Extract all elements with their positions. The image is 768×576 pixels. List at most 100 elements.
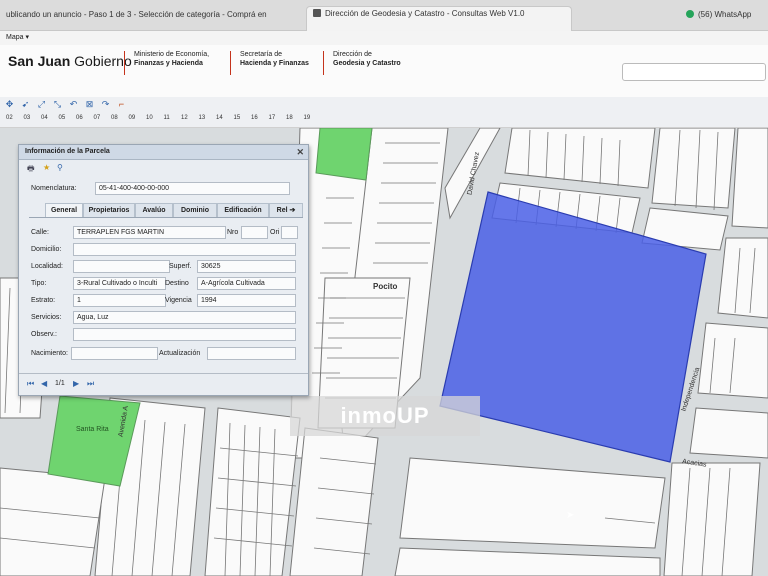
calle-label: Calle: bbox=[31, 229, 49, 236]
estrato-field[interactable]: 1 bbox=[73, 294, 166, 307]
observaciones-label: Observ.: bbox=[31, 331, 57, 338]
ori-field[interactable] bbox=[281, 226, 298, 239]
plaza-label-santa-rita: Santa Rita bbox=[76, 426, 109, 433]
localidad-label: Localidad: bbox=[31, 263, 63, 270]
site-header: San Juan Gobierno Ministerio de Economía… bbox=[0, 45, 768, 98]
print-icon[interactable]: 🖶 bbox=[27, 163, 35, 177]
vigencia-field[interactable]: 1994 bbox=[197, 294, 296, 307]
tab-general[interactable]: General bbox=[45, 203, 83, 217]
tab-title: ublicando un anuncio - Paso 1 de 3 - Sel… bbox=[6, 10, 268, 19]
prev-page-icon[interactable]: ◀ bbox=[41, 379, 47, 388]
actualizacion-field[interactable] bbox=[207, 347, 296, 360]
zoom-in-icon[interactable]: ⤢ bbox=[36, 99, 47, 110]
servicios-field[interactable]: Agua, Luz bbox=[73, 311, 296, 324]
nacimiento-field[interactable] bbox=[71, 347, 158, 360]
catastro-favicon-icon bbox=[313, 9, 321, 17]
ruler-tick-label: 08 bbox=[111, 115, 118, 121]
actualizacion-label: Actualización bbox=[159, 350, 201, 357]
tab-edificacion[interactable]: Edificación bbox=[217, 203, 269, 217]
ruler-tick-label: 10 bbox=[146, 115, 153, 121]
nacimiento-label: Nacimiento: bbox=[31, 350, 68, 357]
tab-dominio[interactable]: Dominio bbox=[173, 203, 217, 217]
undo-icon[interactable]: ↶ bbox=[68, 99, 79, 110]
last-page-icon[interactable]: ⏭ bbox=[87, 379, 94, 389]
pan-icon[interactable]: ✥ bbox=[4, 99, 15, 110]
estrato-label: Estrato: bbox=[31, 297, 56, 304]
tab-avaluo[interactable]: Avalúo bbox=[135, 203, 173, 217]
header-direccion: Dirección de Geodesia y Catastro bbox=[333, 51, 401, 67]
header-divider bbox=[323, 51, 324, 75]
map-toolbar: ✥ ➹ ⤢ ⤡ ↶ ⊠ ↷ ⌐ 02 03 04 05 06 07 08 09 10 11 12 13… bbox=[0, 97, 768, 128]
calle-field[interactable]: TERRAPLEN FGS MARTIN bbox=[73, 226, 226, 239]
header-ministerio: Ministerio de Economía, Finanzas y Hacie… bbox=[134, 51, 210, 67]
nomenclatura-field[interactable]: 05-41-400-400-00-000 bbox=[95, 182, 290, 195]
panel-toolbar: 🖶 ★ ⚲ bbox=[19, 160, 308, 174]
superficie-field[interactable]: 30625 bbox=[197, 260, 296, 273]
ruler-tick-label: 04 bbox=[41, 115, 48, 121]
brand-logo: San Juan Gobierno bbox=[8, 53, 132, 69]
tab-title: Dirección de Geodesia y Catastro - Consu… bbox=[325, 9, 525, 18]
ruler-tick-label: 17 bbox=[268, 115, 276, 121]
tab-propietarios[interactable]: Propietarios bbox=[83, 203, 135, 217]
page-indicator: 1/1 bbox=[55, 380, 65, 387]
observaciones-field[interactable] bbox=[73, 328, 296, 341]
header-divider bbox=[230, 51, 231, 75]
measure-icon[interactable]: ⌐ bbox=[116, 99, 127, 110]
browser-tab-anuncio[interactable]: ublicando un anuncio - Paso 1 de 3 - Sel… bbox=[0, 8, 268, 30]
tab-title: (56) WhatsApp bbox=[698, 10, 752, 19]
ruler-tick-label: 16 bbox=[251, 115, 258, 121]
map-ruler: 02 03 04 05 06 07 08 09 10 11 12 13 14 15 16 17 18 19 bbox=[0, 113, 768, 125]
panel-title: Información de la Parcela bbox=[25, 148, 110, 155]
tipo-label: Tipo: bbox=[31, 280, 47, 287]
zoom-out-icon[interactable]: ⤡ bbox=[52, 99, 63, 110]
ruler-tick-label: 05 bbox=[58, 115, 66, 121]
destino-label: Destino bbox=[165, 280, 189, 287]
ruler-tick-label: 02 bbox=[6, 115, 13, 121]
panel-pager: ⏮ ◀ 1/1 ▶ ⏭ bbox=[19, 373, 308, 394]
ruler-tick-label: 11 bbox=[163, 115, 170, 121]
next-page-icon[interactable]: ▶ bbox=[73, 379, 79, 388]
whatsapp-icon bbox=[686, 10, 694, 18]
nomenclatura-label: Nomenclatura: bbox=[31, 185, 77, 192]
menu-mapa[interactable]: Mapa ▾ bbox=[6, 34, 29, 41]
domicilio-field[interactable] bbox=[73, 243, 296, 256]
localidad-field[interactable] bbox=[73, 260, 170, 273]
browser-tab-bar: ublicando un anuncio - Paso 1 de 3 - Sel… bbox=[0, 0, 768, 31]
ruler-tick-label: 06 bbox=[76, 115, 83, 121]
ruler-tick-label: 15 bbox=[233, 115, 241, 121]
watermark-logo: inmoUP bbox=[290, 396, 480, 436]
nro-field[interactable] bbox=[241, 226, 268, 239]
ruler-tick-label: 14 bbox=[216, 115, 223, 121]
select-icon[interactable]: ➹ bbox=[20, 99, 31, 110]
header-secretaria: Secretaría de Hacienda y Finanzas bbox=[240, 51, 309, 67]
redo-icon[interactable]: ↷ bbox=[100, 99, 111, 110]
servicios-label: Servicios: bbox=[31, 314, 62, 321]
search-icon[interactable]: ⚲ bbox=[57, 163, 63, 172]
close-icon[interactable]: ✕ bbox=[296, 145, 304, 159]
parcel-info-panel: Información de la Parcela ✕ 🖶 ★ ⚲ Nomenc… bbox=[18, 144, 309, 396]
browser-tab-whatsapp[interactable]: (56) WhatsApp bbox=[680, 8, 768, 30]
ruler-tick-label: 09 bbox=[128, 115, 136, 121]
ruler-tick-label: 13 bbox=[198, 115, 206, 121]
ruler-tick-label: 03 bbox=[23, 115, 31, 121]
zoom-extent-icon[interactable]: ⊠ bbox=[84, 99, 95, 110]
ruler-tick-label: 07 bbox=[93, 115, 101, 121]
vigencia-label: Vigencia bbox=[165, 297, 192, 304]
first-page-icon[interactable]: ⏮ bbox=[27, 379, 34, 389]
destino-field[interactable]: A-Agrícola Cultivada bbox=[197, 277, 296, 290]
superficie-label: Superf. bbox=[169, 263, 192, 270]
tipo-field[interactable]: 3-Rural Cultivado o Inculti bbox=[73, 277, 166, 290]
ori-label: Ori bbox=[270, 229, 280, 236]
panel-tabs: General Propietarios Avalúo Dominio Edif… bbox=[29, 203, 303, 218]
star-icon[interactable]: ★ bbox=[43, 163, 50, 172]
nro-label: Nro bbox=[227, 229, 239, 236]
search-input[interactable] bbox=[622, 63, 766, 81]
menu-bar: Mapa ▾ bbox=[0, 31, 768, 45]
ruler-tick-label: 19 bbox=[303, 115, 311, 121]
browser-tab-catastro[interactable]: Dirección de Geodesia y Catastro - Consu… bbox=[306, 6, 572, 31]
ruler-tick-label: 18 bbox=[286, 115, 293, 121]
mouse-cursor-icon: ➤ bbox=[566, 510, 575, 521]
tab-rel[interactable]: Rel ➔ bbox=[269, 203, 303, 217]
ruler-tick-label: 12 bbox=[181, 115, 188, 121]
panel-title-bar: Información de la Parcela ✕ bbox=[19, 145, 308, 160]
